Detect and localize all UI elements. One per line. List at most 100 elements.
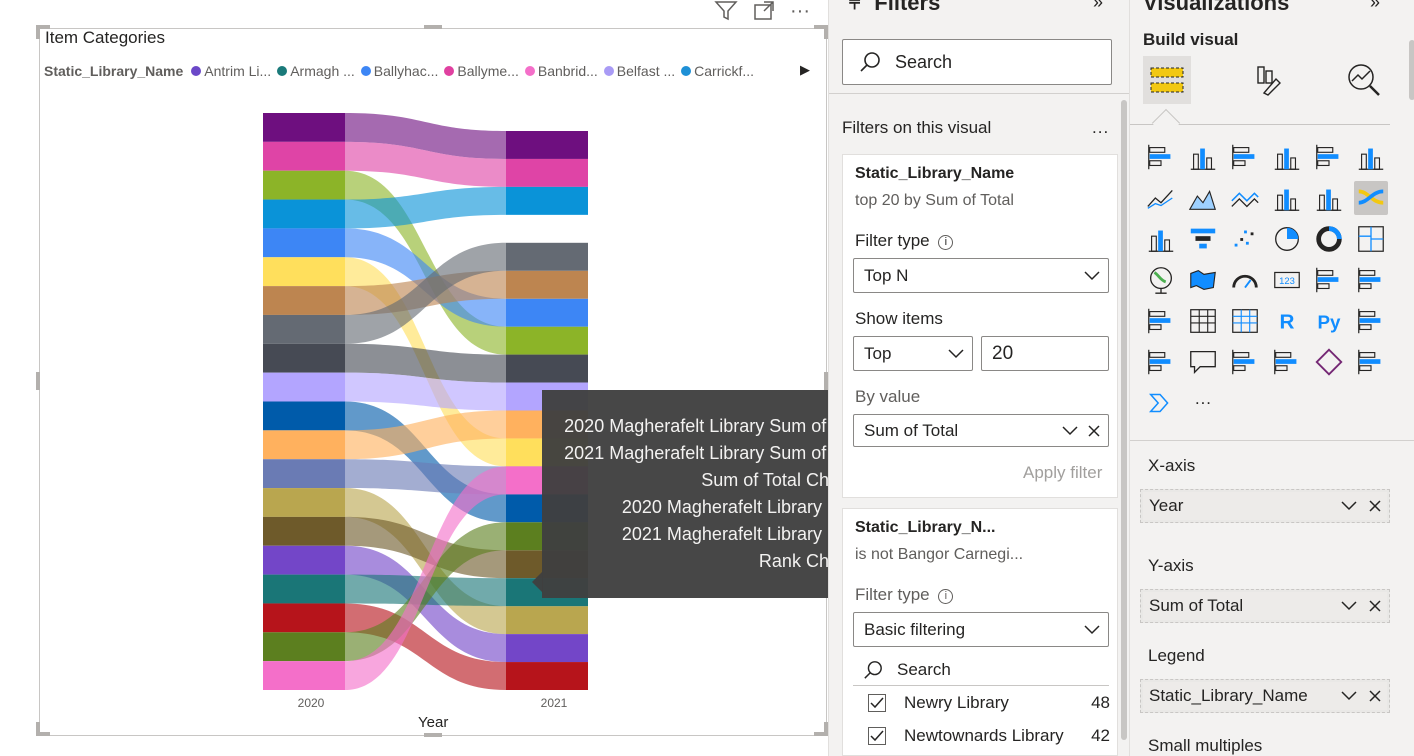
bar-segment-2021[interactable] — [506, 131, 588, 159]
chevron-down-icon[interactable] — [1341, 691, 1357, 701]
line-stacked-column-icon[interactable] — [1312, 181, 1346, 215]
bar-segment-2021[interactable] — [506, 270, 588, 299]
ribbon-chart-icon[interactable] — [1354, 181, 1388, 215]
qa-icon[interactable] — [1186, 345, 1220, 379]
gauge-icon[interactable] — [1228, 263, 1262, 297]
stacked-column-chart-icon[interactable] — [1186, 140, 1220, 174]
field-pill[interactable]: Static_Library_Name — [1143, 682, 1387, 710]
stacked-bar-chart-icon[interactable] — [1144, 140, 1178, 174]
apply-filter-button[interactable]: Apply filter — [1023, 463, 1102, 483]
card-icon[interactable]: 123 — [1270, 263, 1304, 297]
bar-segment-2020[interactable] — [263, 228, 345, 258]
bar-segment-2020[interactable] — [263, 286, 345, 315]
stacked-area-chart-icon[interactable] — [1228, 181, 1262, 215]
bar-segment-2020[interactable] — [263, 603, 345, 633]
bar-segment-2020[interactable] — [263, 401, 345, 431]
by-value-field[interactable]: Sum of Total — [853, 414, 1109, 447]
field-pill[interactable]: Sum of Total — [1143, 592, 1387, 620]
key-influencers-icon[interactable] — [1354, 304, 1388, 338]
bar-segment-2020[interactable] — [263, 343, 345, 373]
100-stacked-bar-chart-icon[interactable] — [1312, 140, 1346, 174]
donut-chart-icon[interactable] — [1312, 222, 1346, 256]
bar-segment-2020[interactable] — [263, 574, 345, 604]
bar-segment-2020[interactable] — [263, 372, 345, 402]
show-items-count-input[interactable]: 20 — [981, 336, 1109, 371]
bar-segment-2020[interactable] — [263, 199, 345, 229]
filters-scrollbar[interactable] — [1121, 100, 1127, 740]
bar-segment-2020[interactable] — [263, 459, 345, 489]
map-icon[interactable] — [1144, 263, 1178, 297]
paginated-report-icon[interactable] — [1270, 345, 1304, 379]
line-clustered-column-icon[interactable] — [1270, 181, 1304, 215]
filter-type-dropdown[interactable]: Top N — [853, 258, 1109, 293]
clustered-bar-chart-icon[interactable] — [1228, 140, 1262, 174]
bar-segment-2020[interactable] — [263, 488, 345, 517]
field-pill[interactable]: Year — [1143, 492, 1387, 520]
bar-segment-2020[interactable] — [263, 113, 345, 142]
build-visual-icon[interactable] — [1143, 56, 1191, 104]
slicer-icon[interactable] — [1144, 304, 1178, 338]
format-visual-icon[interactable] — [1245, 56, 1293, 104]
filter-card-topn[interactable]: Static_Library_Name top 20 by Sum of Tot… — [842, 154, 1118, 498]
bar-segment-2020[interactable] — [263, 430, 345, 460]
python-visual-icon[interactable]: Py — [1312, 304, 1346, 338]
bar-segment-2020[interactable] — [263, 545, 345, 575]
bar-segment-2021[interactable] — [506, 242, 588, 271]
100-stacked-column-chart-icon[interactable] — [1354, 140, 1388, 174]
x-axis-well[interactable]: Year — [1140, 489, 1390, 523]
bar-segment-2021[interactable] — [506, 606, 588, 635]
treemap-icon[interactable] — [1354, 222, 1388, 256]
bar-segment-2021[interactable] — [506, 634, 588, 663]
filters-search-input[interactable]: Search — [842, 39, 1112, 85]
remove-field-icon[interactable] — [1369, 600, 1381, 612]
table-icon[interactable] — [1186, 304, 1220, 338]
chevron-down-icon[interactable] — [1341, 501, 1357, 511]
bar-segment-2020[interactable] — [263, 661, 345, 690]
filter-checkbox-item[interactable]: Newry Library 48 — [868, 693, 1118, 713]
bar-segment-2020[interactable] — [263, 632, 345, 662]
power-apps-icon[interactable] — [1312, 345, 1346, 379]
collapse-filters-icon[interactable]: » — [1093, 0, 1103, 13]
bar-segment-2021[interactable] — [506, 158, 588, 187]
chevron-down-icon[interactable] — [1341, 601, 1357, 611]
clustered-column-chart-icon[interactable] — [1270, 140, 1304, 174]
chevron-down-icon[interactable] — [1062, 425, 1078, 436]
viz-scrollbar[interactable] — [1409, 40, 1414, 100]
bar-segment-2020[interactable] — [263, 257, 345, 287]
bar-segment-2020[interactable] — [263, 141, 345, 171]
legend-well[interactable]: Static_Library_Name — [1140, 679, 1390, 713]
remove-field-icon[interactable] — [1369, 500, 1381, 512]
bar-segment-2020[interactable] — [263, 170, 345, 200]
waterfall-chart-icon[interactable] — [1144, 222, 1178, 256]
decomposition-tree-icon[interactable] — [1144, 345, 1178, 379]
checkbox-checked-icon[interactable] — [868, 694, 886, 712]
ribbon-chart[interactable]: 2020 2021 — [0, 0, 828, 740]
close-icon[interactable] — [1088, 424, 1100, 437]
filter-type-dropdown[interactable]: Basic filtering — [853, 612, 1109, 647]
show-items-direction-dropdown[interactable]: Top — [853, 336, 973, 371]
remove-field-icon[interactable] — [1369, 690, 1381, 702]
filter-checkbox-item[interactable]: Newtownards Library 42 — [868, 726, 1118, 746]
scatter-chart-icon[interactable] — [1228, 222, 1262, 256]
funnel-chart-icon[interactable] — [1186, 222, 1220, 256]
filled-map-icon[interactable] — [1186, 263, 1220, 297]
line-chart-icon[interactable] — [1144, 181, 1178, 215]
bar-segment-2021[interactable] — [506, 298, 588, 327]
get-more-visuals-icon[interactable] — [1144, 386, 1178, 420]
checkbox-checked-icon[interactable] — [868, 727, 886, 745]
y-axis-well[interactable]: Sum of Total — [1140, 589, 1390, 623]
more-visuals-icon[interactable]: ··· — [1186, 386, 1220, 420]
matrix-icon[interactable] — [1228, 304, 1262, 338]
r-script-icon[interactable]: R — [1270, 304, 1304, 338]
bar-segment-2021[interactable] — [506, 354, 588, 383]
bar-segment-2021[interactable] — [506, 186, 588, 215]
smart-narrative-icon[interactable] — [1228, 345, 1262, 379]
power-automate-icon[interactable] — [1354, 345, 1388, 379]
filter-search-input[interactable]: Search — [853, 654, 1109, 686]
filter-card-basic[interactable]: Static_Library_N... is not Bangor Carneg… — [842, 508, 1118, 756]
multi-row-card-icon[interactable] — [1312, 263, 1346, 297]
collapse-visualizations-icon[interactable]: » — [1370, 0, 1380, 13]
kpi-icon[interactable] — [1354, 263, 1388, 297]
bar-segment-2020[interactable] — [263, 516, 345, 546]
pie-chart-icon[interactable] — [1270, 222, 1304, 256]
